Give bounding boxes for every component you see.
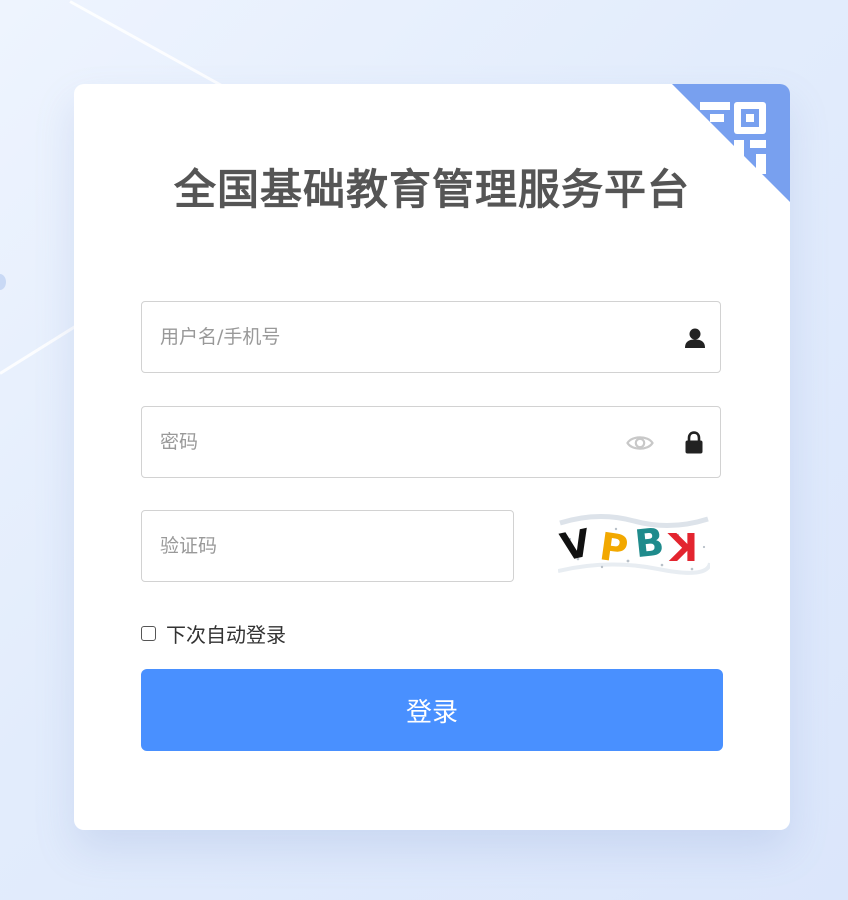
lock-icon (685, 431, 703, 454)
password-input[interactable] (160, 407, 600, 477)
user-icon (685, 328, 705, 348)
remember-checkbox[interactable] (141, 625, 156, 641)
eye-icon[interactable] (626, 433, 654, 453)
remember-login[interactable]: 下次自动登录 (141, 620, 286, 647)
captcha-image[interactable]: V P B K (558, 509, 710, 577)
login-card: 全国基础教育管理服务平台 用户名/手机号 验证码 V P B K 下次自动登录 … (74, 84, 790, 830)
background-decor-dot (0, 274, 6, 290)
page-title: 全国基础教育管理服务平台 (173, 165, 690, 214)
username-field (141, 301, 721, 373)
background-decor-line (0, 324, 78, 375)
login-button[interactable]: 登录 (141, 669, 723, 751)
captcha-input[interactable] (160, 511, 490, 581)
captcha-field (141, 510, 514, 582)
captcha-char: B (633, 519, 666, 566)
password-field (141, 406, 721, 478)
remember-label: 下次自动登录 (166, 622, 286, 647)
username-input[interactable] (160, 302, 600, 372)
captcha-char: K (667, 524, 698, 568)
